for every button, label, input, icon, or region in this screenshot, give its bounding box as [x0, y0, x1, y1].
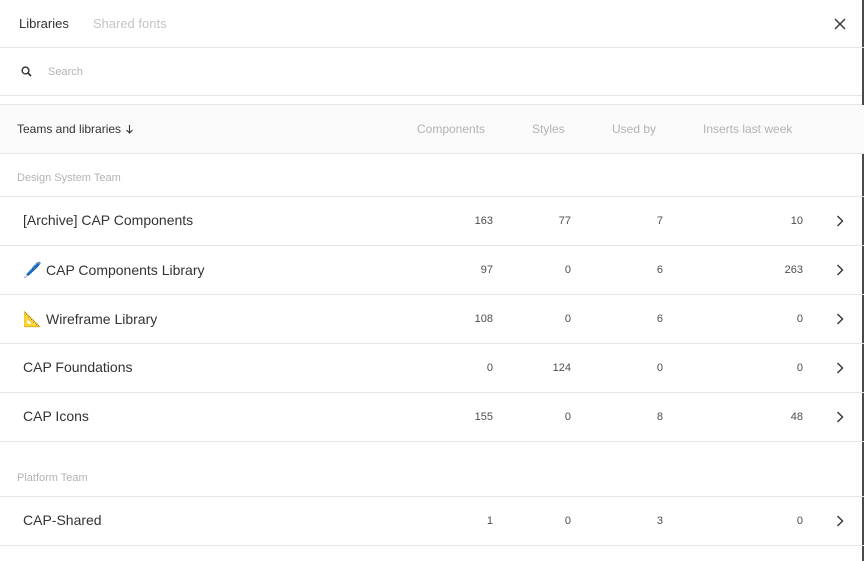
- pen-icon: 🖊️: [23, 262, 42, 279]
- chevron-right-icon[interactable]: [833, 361, 847, 375]
- search-icon: [21, 66, 32, 77]
- library-name: CAP Icons: [23, 408, 89, 424]
- inserts-count: 0: [796, 313, 803, 325]
- tab-libraries[interactable]: Libraries: [19, 16, 69, 31]
- column-inserts-last-week[interactable]: Inserts last week: [703, 122, 792, 136]
- tab-shared-fonts[interactable]: Shared fonts: [93, 16, 167, 31]
- inserts-count: 48: [790, 411, 803, 423]
- used-by-count: 3: [656, 515, 663, 527]
- components-count: 163: [474, 215, 493, 227]
- components-count: 1: [486, 515, 493, 527]
- inserts-count: 0: [796, 362, 803, 374]
- search-input[interactable]: [48, 65, 448, 78]
- styles-count: 0: [564, 515, 571, 527]
- chevron-right-icon[interactable]: [833, 263, 847, 277]
- components-count: 97: [480, 264, 493, 276]
- column-components[interactable]: Components: [417, 122, 485, 136]
- library-row[interactable]: 📐 Wireframe Library 108 0 6 0: [0, 295, 864, 344]
- library-row[interactable]: CAP-Shared 1 0 3 0: [0, 497, 864, 546]
- team-heading: Design System Team: [0, 154, 864, 197]
- team-heading: Platform Team: [0, 442, 864, 497]
- library-row[interactable]: CAP Icons 155 0 8 48: [0, 393, 864, 442]
- chevron-right-icon[interactable]: [833, 410, 847, 424]
- library-name: CAP Foundations: [23, 359, 133, 375]
- search-bar: [0, 48, 864, 96]
- library-row[interactable]: [Archive] CAP Components 163 77 7 10: [0, 197, 864, 246]
- used-by-count: 6: [656, 264, 663, 276]
- triangular-ruler-icon: 📐: [23, 311, 42, 328]
- close-icon[interactable]: [830, 14, 850, 34]
- chevron-right-icon[interactable]: [833, 312, 847, 326]
- styles-count: 77: [558, 215, 571, 227]
- inserts-count: 10: [790, 215, 803, 227]
- column-name-label: Teams and libraries: [17, 122, 122, 136]
- styles-count: 0: [564, 313, 571, 325]
- library-name: CAP Components Library: [46, 262, 205, 278]
- components-count: 0: [486, 362, 493, 374]
- styles-count: 0: [564, 411, 571, 423]
- modal-header: Libraries Shared fonts: [0, 0, 864, 48]
- styles-count: 124: [552, 362, 571, 374]
- table-header: Teams and libraries Components Styles Us…: [0, 105, 864, 154]
- chevron-right-icon[interactable]: [833, 514, 847, 528]
- column-styles[interactable]: Styles: [532, 122, 565, 136]
- library-row[interactable]: 🖊️ CAP Components Library 97 0 6 263: [0, 246, 864, 295]
- library-name: Wireframe Library: [46, 311, 158, 327]
- column-used-by[interactable]: Used by: [612, 122, 656, 136]
- inserts-count: 0: [796, 515, 803, 527]
- inserts-count: 263: [784, 264, 803, 276]
- used-by-count: 7: [656, 215, 663, 227]
- team-name: Platform Team: [17, 472, 88, 484]
- library-row[interactable]: CAP Foundations 0 124 0 0: [0, 344, 864, 393]
- used-by-count: 0: [656, 362, 663, 374]
- team-name: Design System Team: [17, 172, 121, 184]
- used-by-count: 8: [656, 411, 663, 423]
- library-name: CAP-Shared: [23, 512, 102, 528]
- sort-teams-and-libraries[interactable]: Teams and libraries: [17, 122, 134, 136]
- chevron-right-icon[interactable]: [833, 214, 847, 228]
- used-by-count: 6: [656, 313, 663, 325]
- arrow-down-icon: [126, 125, 133, 134]
- divider: [0, 96, 864, 105]
- library-name: [Archive] CAP Components: [23, 212, 194, 228]
- components-count: 108: [474, 313, 493, 325]
- components-count: 155: [474, 411, 493, 423]
- styles-count: 0: [564, 264, 571, 276]
